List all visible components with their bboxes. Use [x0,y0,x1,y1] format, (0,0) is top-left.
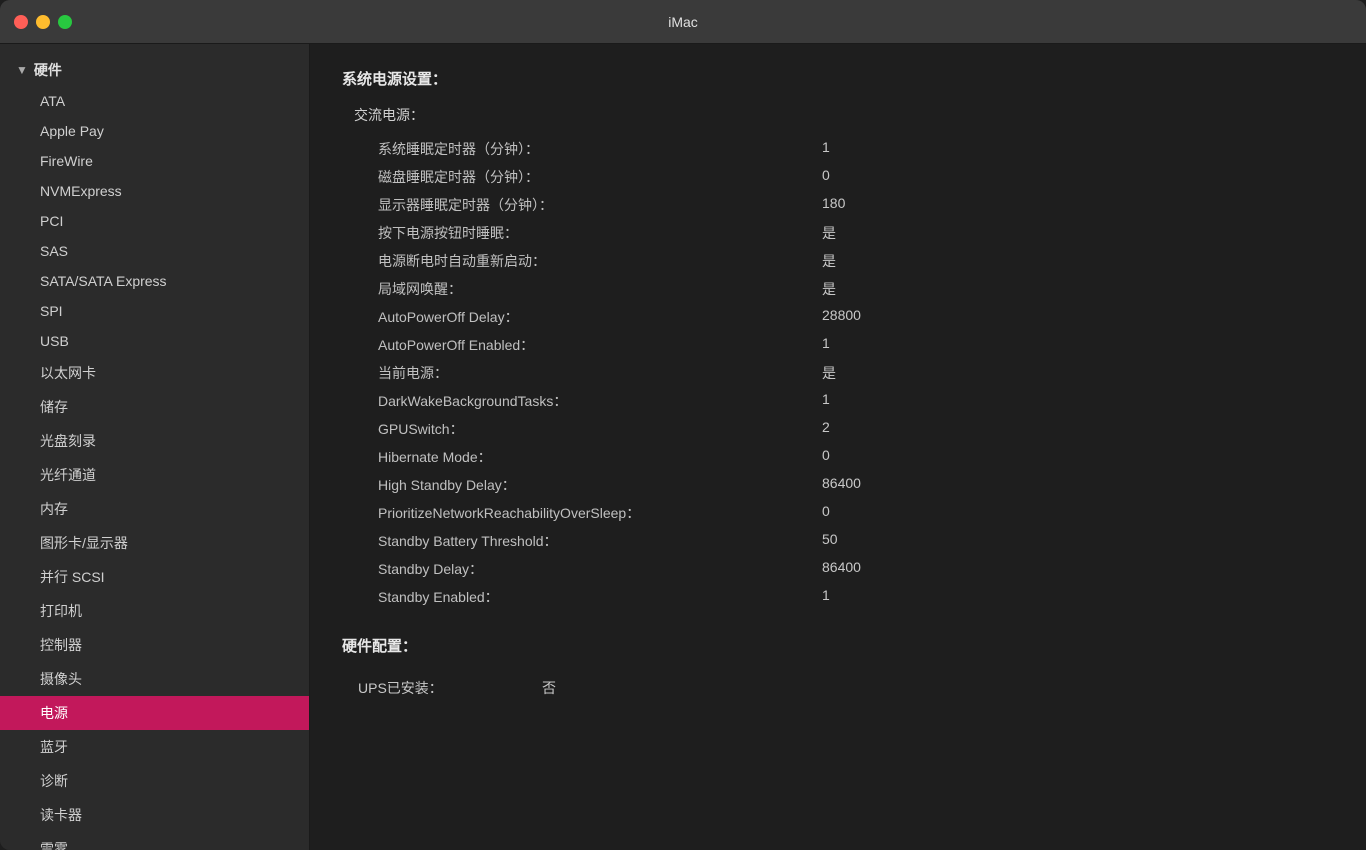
sidebar-item-parallel-scsi[interactable]: 并行 SCSI [0,560,309,594]
table-row: 磁盘睡眠定时器（分钟）：0 [342,163,1334,191]
sidebar-item-controller[interactable]: 控制器 [0,628,309,662]
sidebar-item-bluetooth[interactable]: 蓝牙 [0,730,309,764]
table-row: 局域网唤醒：是 [342,275,1334,303]
main-panel: 系统电源设置： 交流电源： 系统睡眠定时器（分钟）：1磁盘睡眠定时器（分钟）：0… [310,44,1366,850]
main-window: iMac ▼ 硬件 ATAApple PayFireWireNVMExpress… [0,0,1366,850]
sidebar-item-optical[interactable]: 光盘刻录 [0,424,309,458]
sidebar-item-sata[interactable]: SATA/SATA Express [0,266,309,296]
sidebar-item-ethernet[interactable]: 以太网卡 [0,356,309,390]
table-row: DarkWakeBackgroundTasks：1 [342,387,1334,415]
table-row: PrioritizeNetworkReachabilityOverSleep：0 [342,499,1334,527]
table-row: 电源断电时自动重新启动：是 [342,247,1334,275]
power-settings-table: 系统睡眠定时器（分钟）：1磁盘睡眠定时器（分钟）：0显示器睡眠定时器（分钟）：1… [342,135,1334,611]
table-row: High Standby Delay：86400 [342,471,1334,499]
table-row: Hibernate Mode：0 [342,443,1334,471]
table-row: AutoPowerOff Delay：28800 [342,303,1334,331]
table-row: Standby Delay：86400 [342,555,1334,583]
traffic-lights [14,15,72,29]
sidebar-item-diagnostics[interactable]: 诊断 [0,764,309,798]
table-row: AutoPowerOff Enabled：1 [342,331,1334,359]
sidebar-item-fiber[interactable]: 光纤通道 [0,458,309,492]
sidebar-item-apple-pay[interactable]: Apple Pay [0,116,309,146]
table-row: 按下电源按钮时睡眠：是 [342,219,1334,247]
hardware-section: 硬件配置： UPS已安装：否 [342,635,1334,704]
sidebar-item-printer[interactable]: 打印机 [0,594,309,628]
table-row: GPUSwitch：2 [342,415,1334,443]
sidebar-item-card-reader[interactable]: 读卡器 [0,798,309,832]
sidebar-item-power[interactable]: 电源 [0,696,309,730]
system-power-title: 系统电源设置： [342,68,1334,89]
ac-power-label: 交流电源： [342,105,1334,125]
sidebar-item-pci[interactable]: PCI [0,206,309,236]
hardware-settings-table: UPS已安装：否 [342,672,1334,704]
sidebar-item-sas[interactable]: SAS [0,236,309,266]
table-row: Standby Enabled：1 [342,583,1334,611]
table-row: 系统睡眠定时器（分钟）：1 [342,135,1334,163]
sidebar-item-memory[interactable]: 内存 [0,492,309,526]
sidebar: ▼ 硬件 ATAApple PayFireWireNVMExpressPCISA… [0,44,310,850]
titlebar: iMac [0,0,1366,44]
window-title: iMac [668,14,698,30]
sidebar-item-gpu[interactable]: 图形卡/显示器 [0,526,309,560]
sidebar-item-nvmexpress[interactable]: NVMExpress [0,176,309,206]
maximize-button[interactable] [58,15,72,29]
minimize-button[interactable] [36,15,50,29]
content-area: ▼ 硬件 ATAApple PayFireWireNVMExpressPCISA… [0,44,1366,850]
sidebar-item-usb[interactable]: USB [0,326,309,356]
close-button[interactable] [14,15,28,29]
table-row: 当前电源：是 [342,359,1334,387]
chevron-down-icon: ▼ [16,63,28,77]
table-row: 显示器睡眠定时器（分钟）：180 [342,191,1334,219]
sidebar-item-ata[interactable]: ATA [0,86,309,116]
table-row: Standby Battery Threshold：50 [342,527,1334,555]
table-row: UPS已安装：否 [342,672,1334,704]
sidebar-items: ATAApple PayFireWireNVMExpressPCISASSATA… [0,86,309,850]
hardware-config-title: 硬件配置： [342,635,1334,656]
sidebar-item-firewire[interactable]: FireWire [0,146,309,176]
sidebar-section-label: 硬件 [34,60,62,80]
sidebar-item-thunderbolt[interactable]: 雷雾 [0,832,309,850]
sidebar-section-hardware[interactable]: ▼ 硬件 [0,54,309,86]
sidebar-item-camera[interactable]: 摄像头 [0,662,309,696]
sidebar-item-spi[interactable]: SPI [0,296,309,326]
sidebar-item-storage[interactable]: 储存 [0,390,309,424]
